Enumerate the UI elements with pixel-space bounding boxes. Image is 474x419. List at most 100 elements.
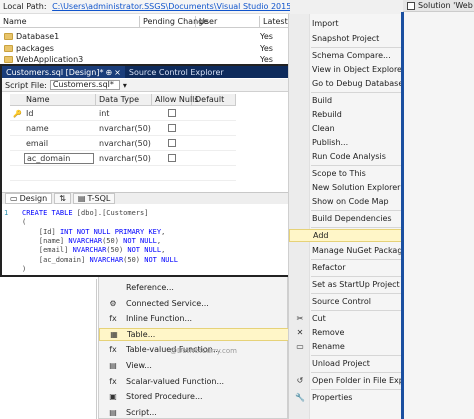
- solution-icon: [407, 1, 415, 10]
- sce-col-pending[interactable]: Pending Change: [140, 16, 208, 27]
- column-name-input[interactable]: ac_domain: [24, 152, 94, 164]
- local-path-link[interactable]: C:\Users\administrator.SSGS\Documents\Vi…: [52, 2, 290, 11]
- tab-design[interactable]: ▭ Design: [5, 193, 53, 204]
- close-icon[interactable]: ×: [114, 68, 121, 77]
- sql-line: [name] NVARCHAR(50) NOT NULL,: [22, 236, 162, 245]
- tsql-editor[interactable]: 1 CREATE TABLE [dbo].[Customers]( [Id] IN…: [2, 205, 301, 355]
- remove-icon: ✕: [296, 328, 304, 337]
- table-icon: ▦: [110, 329, 118, 339]
- sce-col-latest[interactable]: Latest: [260, 16, 290, 27]
- menu-icon-slot: [293, 65, 307, 75]
- grid-col-datatype[interactable]: Data Type: [96, 94, 152, 105]
- menu-icon-slot: [293, 214, 307, 224]
- table-row[interactable]: Id int: [10, 106, 236, 121]
- menu-icon-slot: [293, 359, 307, 369]
- table-row-empty[interactable]: [10, 166, 236, 181]
- allow-nulls-checkbox[interactable]: [168, 154, 176, 162]
- allow-nulls-checkbox[interactable]: [168, 124, 176, 132]
- folder-icon: [4, 56, 13, 63]
- menu-icon-slot: [293, 169, 307, 179]
- line-number: 1: [4, 209, 9, 217]
- stored-procedure-icon: ▣: [109, 392, 117, 402]
- table-designer-window: Customers.sql [Design]* ⊕ × Source Contr…: [0, 64, 303, 355]
- local-path-label: Local Path:: [3, 2, 47, 11]
- swap-panes-button[interactable]: ⇅: [54, 193, 71, 204]
- add-submenu-item[interactable]: ▦ Table...: [99, 327, 289, 341]
- design-icon: ▭: [10, 194, 18, 203]
- tab-customers-design[interactable]: Customers.sql [Design]* ⊕ ×: [2, 66, 125, 78]
- menu-icon-slot: [293, 297, 307, 307]
- add-submenu-item[interactable]: ⚙ Connected Service...: [99, 297, 289, 310]
- table-row[interactable]: name nvarchar(50): [10, 121, 236, 136]
- folder-icon: [4, 45, 13, 52]
- sce-row-database1[interactable]: Database1 Yes: [0, 31, 290, 42]
- menu-icon-slot: [293, 138, 307, 148]
- menu-icon-slot: [293, 280, 307, 290]
- menu-icon-slot: [293, 51, 307, 61]
- tab-tsql[interactable]: ▤ T-SQL: [72, 193, 116, 204]
- menu-icon-slot: [293, 79, 307, 89]
- grid-col-name[interactable]: Name: [10, 94, 96, 105]
- sql-line: CREATE TABLE [dbo].[Customers]: [22, 209, 149, 217]
- sce-row-webapplication3[interactable]: WebApplication3 Yes: [0, 55, 290, 64]
- cut-icon: ✂: [296, 314, 304, 323]
- grid-col-allownulls[interactable]: Allow Nulls: [152, 94, 199, 105]
- table-row[interactable]: ac_domain nvarchar(50): [10, 151, 236, 166]
- table-row[interactable]: email nvarchar(50): [10, 136, 236, 151]
- script-file-label: Script File:: [5, 80, 47, 90]
- allow-nulls-checkbox[interactable]: [168, 139, 176, 147]
- menu-icon-slot: [293, 152, 307, 162]
- open-folder-icon: ↺: [296, 376, 304, 385]
- watermark: @DotNetCurry.com: [170, 347, 237, 355]
- menu-icon-slot: [293, 96, 307, 106]
- rename-icon: ▭: [296, 342, 304, 351]
- designer-pane-tabs: ▭ Design ⇅ ▤ T-SQL: [2, 192, 301, 204]
- sql-line: [Id] INT NOT NULL PRIMARY KEY,: [22, 227, 166, 236]
- function-icon: fx: [109, 376, 117, 386]
- columns-grid-header: Name Data Type Allow Nulls Default: [10, 94, 236, 106]
- menu-icon-slot: [293, 19, 307, 29]
- add-submenu-item[interactable]: fx Scalar-valued Function...: [99, 375, 289, 388]
- function-icon: fx: [109, 345, 117, 355]
- solution-explorer-strip: Solution 'Web: [403, 0, 474, 12]
- pin-icon[interactable]: ⊕: [105, 68, 112, 77]
- menu-icon-slot: [293, 183, 307, 193]
- tsql-icon: ▤: [77, 194, 86, 203]
- wrench-icon: 🔧: [295, 393, 305, 402]
- add-submenu-item[interactable]: Reference...: [99, 281, 289, 294]
- solution-explorer-panel: [404, 12, 474, 419]
- connected-service-icon: ⚙: [109, 298, 117, 308]
- menu-icon-slot: [293, 34, 307, 44]
- chevron-down-icon[interactable]: ▾: [123, 81, 127, 90]
- script-file-select[interactable]: Customers.sql*: [49, 80, 120, 90]
- script-file-bar: Script File: Customers.sql* ▾: [2, 79, 301, 92]
- menu-icon-slot: [294, 231, 308, 241]
- sce-column-headers: Name Pending Change User Latest: [0, 16, 290, 28]
- reference-icon: [107, 283, 119, 293]
- sce-col-name[interactable]: Name: [0, 16, 140, 27]
- solution-label[interactable]: Solution 'Web: [418, 1, 473, 10]
- script-icon: ▤: [109, 407, 117, 417]
- function-icon: fx: [109, 314, 117, 324]
- allow-nulls-checkbox[interactable]: [168, 109, 176, 117]
- grid-col-default[interactable]: Default: [192, 94, 236, 105]
- sql-line: (: [22, 218, 27, 227]
- document-tab-strip: Customers.sql [Design]* ⊕ × Source Contr…: [2, 66, 301, 78]
- folder-icon: [4, 33, 13, 40]
- sce-row-packages[interactable]: packages Yes: [0, 43, 290, 54]
- local-path-bar: Local Path: C:\Users\administrator.SSGS\…: [0, 0, 290, 14]
- menu-icon-slot: [293, 110, 307, 120]
- add-submenu-item[interactable]: ▣ Stored Procedure...: [99, 390, 289, 403]
- menu-icon-slot: [293, 124, 307, 134]
- add-submenu-item[interactable]: ▤ Script...: [99, 406, 289, 419]
- menu-icon-slot: [293, 197, 307, 207]
- sce-col-user[interactable]: User: [196, 16, 260, 27]
- add-submenu-item[interactable]: fx Inline Function...: [99, 312, 289, 325]
- add-submenu: Reference... ⚙ Connected Service... fx Inlin…: [98, 272, 289, 419]
- sql-line: ): [22, 264, 27, 273]
- menu-icon-slot: [293, 246, 307, 256]
- sql-line: [email] NVARCHAR(50) NOT NULL,: [22, 246, 166, 255]
- view-icon: ▤: [109, 361, 117, 370]
- add-submenu-item[interactable]: ▤ View...: [99, 359, 289, 372]
- tab-source-control-explorer[interactable]: Source Control Explorer: [125, 66, 228, 78]
